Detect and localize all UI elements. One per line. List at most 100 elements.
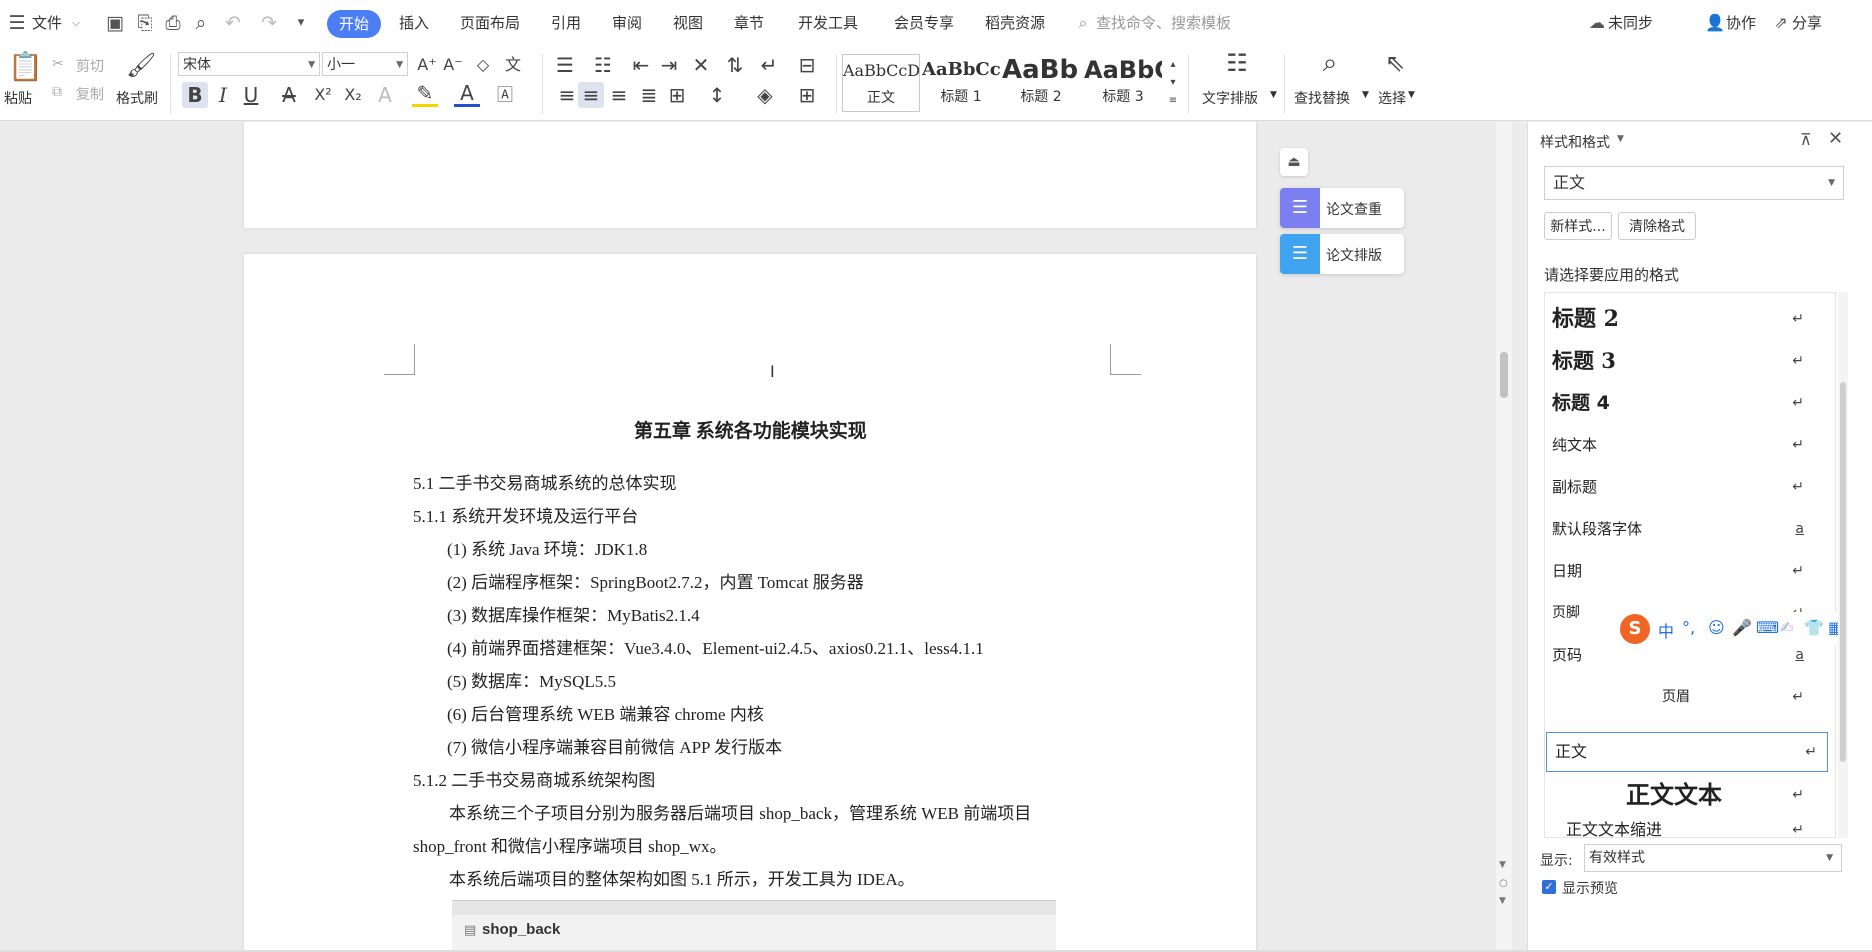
redo-icon[interactable]: ↷ [258, 12, 280, 34]
file-menu[interactable]: 文件 [32, 12, 62, 33]
handwriting-icon[interactable]: ✍ [1780, 618, 1793, 637]
document-page-previous[interactable] [244, 122, 1256, 228]
show-preview-checkbox[interactable]: ✓ [1542, 880, 1556, 894]
copy-button[interactable]: 复制 [76, 84, 104, 104]
tab-start[interactable]: 开始 [327, 10, 381, 38]
doc-paragraph[interactable]: (3) 数据库操作框架：MyBatis2.1.4 [447, 601, 700, 626]
sync-status[interactable]: 未同步 [1608, 12, 1653, 33]
doc-paragraph[interactable]: (1) 系统 Java 环境：JDK1.8 [447, 535, 647, 560]
document-area[interactable]: I 第五章 系统各功能模块实现 5.1 二手书交易商城系统的总体实现 5.1.1… [0, 122, 1512, 952]
share-icon[interactable]: ⇗ [1770, 12, 1792, 34]
cloud-sync-icon[interactable]: ☁ [1586, 12, 1608, 34]
italic-icon[interactable]: I [210, 82, 236, 108]
show-style-filter-select[interactable]: 有效样式 ▼ [1584, 844, 1842, 872]
bullet-list-icon[interactable]: ☰ [552, 52, 578, 78]
tab-developer[interactable]: 开发工具 [798, 12, 858, 33]
style-item-default-font[interactable]: 默认段落字体 a [1544, 508, 1814, 550]
close-icon[interactable]: ✕ [1828, 128, 1843, 149]
style-item-plain-text[interactable]: 纯文本 ↵ [1544, 424, 1814, 466]
find-icon[interactable]: ⌕ [1314, 50, 1346, 76]
cut-icon[interactable]: ✂ [52, 56, 64, 72]
next-page-icon[interactable]: ▼ [1499, 896, 1506, 906]
document-page[interactable]: I 第五章 系统各功能模块实现 5.1 二手书交易商城系统的总体实现 5.1.1… [244, 254, 1256, 952]
decrease-indent-icon[interactable]: ⇤ [628, 52, 654, 78]
strikethrough-icon[interactable]: A [276, 82, 302, 108]
show-marks-icon[interactable]: ↵ [756, 52, 782, 78]
font-size-select[interactable]: 小一 ▼ [322, 52, 408, 76]
skin-icon[interactable]: 👕 [1804, 618, 1824, 637]
paste-icon[interactable]: 📋 [8, 50, 43, 84]
gallery-more-icon[interactable]: ≡ [1166, 88, 1180, 114]
style-item-body-indent[interactable]: 正文文本缩进 ↵ [1544, 816, 1814, 844]
underline-icon[interactable]: U [238, 82, 264, 108]
line-spacing-icon[interactable]: ↕ [704, 82, 730, 108]
scrollbar-thumb[interactable] [1500, 352, 1508, 398]
hamburger-menu-icon[interactable]: ☰ [6, 12, 28, 34]
style-item-heading2[interactable]: 标题 2 ↵ [1544, 298, 1814, 340]
doc-paragraph[interactable]: 本系统三个子项目分别为服务器后端项目 shop_back，管理系统 WEB 前端… [449, 799, 1031, 824]
emoji-icon[interactable]: ☺ [1708, 618, 1725, 637]
microphone-icon[interactable]: 🎤 [1732, 618, 1752, 637]
doc-paragraph[interactable]: 5.1.2 二手书交易商城系统架构图 [413, 766, 655, 791]
bold-icon[interactable]: B [182, 82, 208, 108]
sogou-logo-icon[interactable]: S [1620, 614, 1650, 644]
increase-font-icon[interactable]: A⁺ [414, 52, 440, 78]
justify-icon[interactable]: ≣ [636, 82, 662, 108]
command-search-input[interactable]: 查找命令、搜索模板 [1096, 12, 1231, 33]
chinese-layout-icon[interactable]: ✕ [688, 52, 714, 78]
select-button[interactable]: 选择 [1378, 88, 1406, 108]
table-tools-icon[interactable]: ⊟ [794, 52, 820, 78]
tab-chapter[interactable]: 章节 [734, 12, 764, 33]
ime-language-toggle[interactable]: 中 [1658, 618, 1674, 642]
user-icon[interactable]: 👤 [1704, 12, 1726, 34]
scrollbar-thumb[interactable] [1840, 382, 1846, 762]
format-painter-icon[interactable]: 🖌 [126, 52, 156, 78]
new-style-button[interactable]: 新样式... [1544, 212, 1612, 240]
select-browse-object-icon[interactable]: ○ [1499, 878, 1508, 889]
chevron-down-icon[interactable]: ▼ [1617, 134, 1624, 144]
ime-toolbar[interactable]: S 中 °, ☺ 🎤 ⌨ ✍ 👕 ▦ [1618, 612, 1872, 646]
share-button[interactable]: 分享 [1792, 12, 1822, 33]
pin-icon[interactable]: ⊼ [1800, 130, 1812, 149]
format-painter-button[interactable]: 格式刷 [116, 88, 158, 108]
export-pdf-icon[interactable]: ⎘ [134, 12, 156, 34]
style-item-body-text[interactable]: 正文文本 ↵ [1544, 774, 1814, 816]
punctuation-icon[interactable]: °, [1682, 618, 1695, 637]
current-style-select[interactable]: 正文 ▼ [1544, 166, 1844, 200]
style-item-header[interactable]: 页眉 ↵ [1544, 676, 1814, 718]
subscript-icon[interactable]: X₂ [340, 82, 366, 108]
clear-format-button[interactable]: 清除格式 [1618, 212, 1696, 240]
sort-icon[interactable]: ⇅ [722, 52, 748, 78]
tab-view[interactable]: 视图 [673, 12, 703, 33]
phonetic-guide-icon[interactable]: 文 [500, 52, 526, 78]
tab-member[interactable]: 会员专享 [894, 12, 954, 33]
style-item-subtitle[interactable]: 副标题 ↵ [1544, 466, 1814, 508]
numbered-list-icon[interactable]: ☷ [590, 52, 616, 78]
keyboard-icon[interactable]: ⌨ [1756, 618, 1779, 637]
chevron-down-icon[interactable]: ⌵ [72, 16, 80, 30]
font-name-select[interactable]: 宋体 ▼ [178, 52, 320, 76]
style-item-heading3[interactable]: 标题 3 ↵ [1544, 340, 1814, 382]
increase-indent-icon[interactable]: ⇥ [656, 52, 682, 78]
pane-title[interactable]: 样式和格式 [1540, 132, 1610, 152]
chapter-title[interactable]: 第五章 系统各功能模块实现 [634, 416, 867, 443]
align-center-icon[interactable]: ≡ [578, 82, 604, 108]
scroll-down-icon[interactable]: ▼ [1499, 860, 1506, 870]
tab-docer-resources[interactable]: 稻壳资源 [985, 12, 1045, 33]
print-icon[interactable]: ⎙ [162, 12, 184, 34]
highlight-icon[interactable]: ✎ [412, 82, 438, 107]
chevron-down-icon[interactable]: ▼ [1270, 90, 1277, 100]
doc-paragraph[interactable]: (5) 数据库：MySQL5.5 [447, 667, 616, 692]
cut-button[interactable]: 剪切 [76, 56, 104, 76]
style-preview-heading3[interactable]: AaBbC 标题 3 [1084, 54, 1162, 112]
doc-paragraph[interactable]: shop_front 和微信小程序端项目 shop_wx。 [413, 832, 727, 857]
style-list-scrollbar[interactable] [1838, 292, 1848, 838]
document-scrollbar[interactable]: ▼ ○ ▼ [1496, 122, 1512, 952]
shading-icon[interactable]: ◈ [752, 82, 778, 108]
undo-icon[interactable]: ↶ [222, 12, 244, 34]
collaborate-button[interactable]: 协作 [1726, 12, 1756, 33]
doc-paragraph[interactable]: 本系统后端项目的整体架构如图 5.1 所示，开发工具为 IDEA。 [449, 865, 915, 890]
doc-paragraph[interactable]: 5.1 二手书交易商城系统的总体实现 [413, 469, 677, 494]
find-replace-button[interactable]: 查找替换 [1294, 88, 1350, 108]
style-item-normal-selected[interactable]: 正文 ↵ [1546, 732, 1828, 772]
